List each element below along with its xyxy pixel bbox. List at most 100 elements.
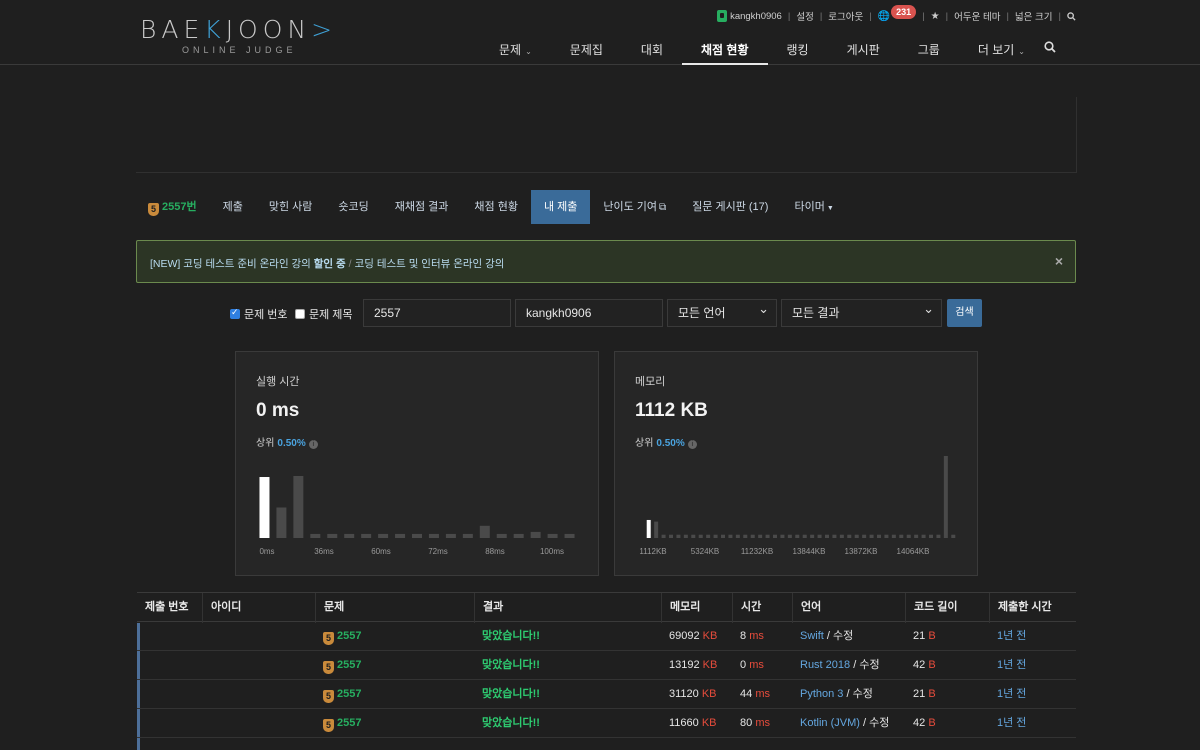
username-link[interactable]: kangkh0906 — [730, 11, 782, 22]
histogram-bar[interactable] — [780, 534, 785, 538]
histogram-bar[interactable] — [706, 534, 711, 538]
th-language[interactable]: 언어 — [792, 593, 821, 623]
edit-link[interactable]: 수정 — [869, 717, 889, 729]
close-icon[interactable]: × — [1055, 253, 1063, 269]
language-link[interactable]: Rust 2018 — [800, 659, 850, 671]
histogram-bar[interactable] — [344, 533, 355, 538]
histogram-bar[interactable] — [395, 533, 406, 538]
histogram-bar[interactable] — [914, 534, 919, 538]
histogram-bar[interactable] — [661, 534, 666, 538]
histogram-bar[interactable] — [899, 534, 904, 538]
histogram-bar[interactable] — [854, 534, 859, 538]
nav-board[interactable]: 게시판 — [828, 36, 899, 65]
submitted-time-cell[interactable]: 1년 전 — [989, 709, 1026, 738]
th-submitted-time[interactable]: 제출한 시간 — [989, 593, 1052, 623]
problem-cell[interactable]: 5 2557 — [315, 680, 361, 709]
histogram-bar[interactable] — [361, 533, 372, 538]
search-icon[interactable] — [1044, 41, 1056, 53]
nav-workbook[interactable]: 문제집 — [551, 36, 622, 65]
histogram-bar[interactable] — [683, 534, 688, 538]
histogram-bar[interactable] — [310, 533, 321, 538]
histogram-bar[interactable] — [530, 531, 541, 538]
result-select[interactable]: 모든 결과 — [781, 296, 942, 327]
histogram-bar[interactable] — [496, 533, 507, 538]
histogram-bar[interactable] — [832, 534, 837, 538]
histogram-bar[interactable] — [951, 534, 956, 538]
menu-qna-board[interactable]: 질문 게시판 (17) — [679, 190, 781, 224]
problem-title-checkbox[interactable]: 문제 제목 — [295, 306, 353, 322]
submitted-time-cell[interactable]: 1년 전 — [989, 651, 1026, 680]
histogram-bar[interactable] — [869, 534, 874, 538]
histogram-bar[interactable] — [428, 533, 439, 538]
histogram-bar[interactable] — [839, 534, 844, 538]
language-link[interactable]: Kotlin (JVM) — [800, 717, 860, 729]
nav-status[interactable]: 채점 현황 — [682, 36, 768, 65]
menu-my-submissions[interactable]: 내 제출 — [530, 190, 591, 224]
th-submission-id[interactable]: 제출 번호 — [137, 593, 189, 623]
histogram-bar[interactable] — [921, 534, 926, 538]
menu-solved-users[interactable]: 맞힌 사람 — [256, 190, 326, 224]
language-select[interactable]: 모든 언어 — [667, 296, 777, 327]
menu-submit[interactable]: 제출 — [210, 190, 256, 224]
submitted-time-cell[interactable]: 1년 전 — [989, 680, 1026, 709]
histogram-bar[interactable] — [825, 534, 829, 538]
problem-cell[interactable]: 5 2557 — [315, 622, 361, 651]
nav-group[interactable]: 그룹 — [899, 36, 959, 65]
logout-link[interactable]: 로그아웃 — [828, 9, 863, 23]
histogram-bar[interactable] — [758, 534, 763, 538]
histogram-bar[interactable] — [884, 534, 889, 538]
nav-problems[interactable]: 문제 ⌄ — [480, 36, 551, 65]
histogram-bar[interactable] — [676, 534, 681, 538]
histogram-bar[interactable] — [293, 476, 304, 538]
search-icon[interactable] — [1067, 11, 1076, 21]
edit-link[interactable]: 수정 — [859, 659, 879, 671]
histogram-bar[interactable] — [735, 534, 740, 538]
histogram-bar[interactable] — [728, 534, 733, 538]
histogram-bar[interactable] — [936, 534, 941, 538]
histogram-bar[interactable] — [479, 525, 490, 538]
histogram-bar[interactable] — [787, 534, 792, 538]
theme-toggle[interactable]: 어두운 테마 — [954, 9, 1000, 23]
histogram-bar[interactable] — [862, 534, 867, 538]
nav-ranking[interactable]: 랭킹 — [768, 36, 828, 65]
histogram-bar[interactable] — [713, 534, 718, 538]
histogram-bar[interactable] — [445, 533, 456, 538]
histogram-bar[interactable] — [564, 533, 575, 538]
histogram-bar[interactable] — [743, 534, 748, 538]
histogram-bar[interactable] — [646, 519, 651, 538]
histogram-bar[interactable] — [698, 534, 703, 538]
histogram-bar[interactable] — [891, 534, 896, 538]
histogram-bar[interactable] — [412, 533, 422, 538]
th-user-id[interactable]: 아이디 — [202, 593, 241, 623]
histogram-bar[interactable] — [721, 534, 725, 538]
nav-more[interactable]: 더 보기 ⌄ — [959, 36, 1044, 65]
histogram-bar[interactable] — [259, 477, 270, 538]
edit-link[interactable]: 수정 — [853, 688, 873, 700]
notification-button[interactable]: 🌐 231 — [878, 5, 917, 23]
histogram-bar[interactable] — [877, 534, 881, 538]
th-time[interactable]: 시간 — [732, 593, 761, 623]
menu-difficulty[interactable]: 난이도 기여 ⧉ — [590, 190, 679, 224]
histogram-bar[interactable] — [810, 534, 815, 538]
histogram-bar[interactable] — [765, 534, 770, 538]
edit-link[interactable]: 수정 — [833, 630, 853, 642]
histogram-bar[interactable] — [327, 533, 338, 538]
th-problem[interactable]: 문제 — [315, 593, 344, 623]
submitted-time-cell[interactable]: 1년 전 — [989, 622, 1026, 651]
histogram-bar[interactable] — [929, 534, 933, 538]
menu-status[interactable]: 채점 현황 — [461, 190, 531, 224]
histogram-bar[interactable] — [691, 534, 696, 538]
menu-rejudge[interactable]: 재채점 결과 — [382, 190, 462, 224]
th-code-length[interactable]: 코드 길이 — [905, 593, 958, 623]
alert-text[interactable]: [NEW] 코딩 테스트 준비 온라인 강의 할인 중 / 코딩 테스트 및 인터뷰… — [150, 256, 504, 271]
user-id-input[interactable]: kangkh0906 — [515, 299, 663, 327]
problem-cell[interactable]: 5 2557 — [315, 651, 361, 680]
histogram-bar[interactable] — [276, 507, 287, 538]
nav-contest[interactable]: 대회 — [622, 36, 682, 65]
star-icon[interactable]: ★ — [931, 11, 940, 22]
th-result[interactable]: 결과 — [474, 593, 503, 623]
language-link[interactable]: Swift — [800, 630, 824, 642]
histogram-bar[interactable] — [513, 533, 524, 538]
language-link[interactable]: Python 3 — [800, 688, 843, 700]
problem-id-input[interactable]: 2557 — [363, 299, 511, 327]
